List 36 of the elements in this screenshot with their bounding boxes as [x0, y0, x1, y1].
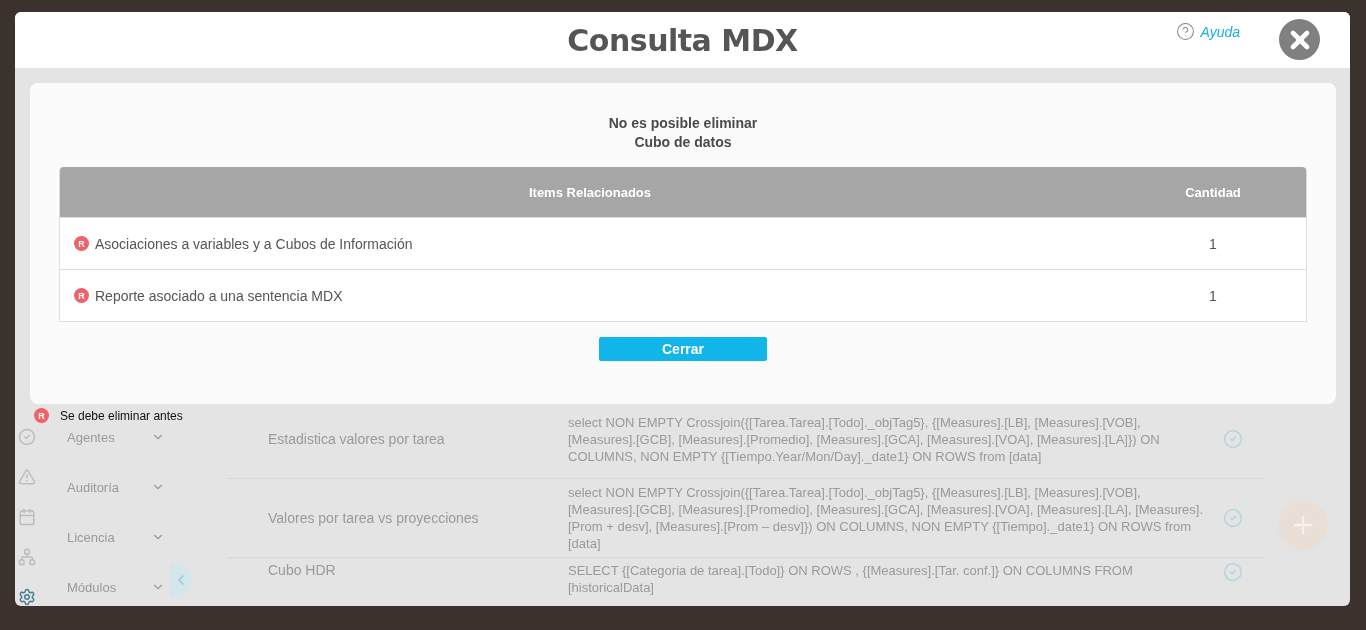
column-header: Items Relacionados	[527, 183, 653, 202]
alert-heading: Cubo de datos	[633, 133, 733, 152]
relation-badge: R	[34, 408, 49, 423]
count-cell-text: 1	[1208, 286, 1218, 306]
relation-badge: R	[74, 288, 89, 303]
check-icon	[1223, 562, 1243, 582]
count-cell-text: 1	[1208, 234, 1218, 254]
legend-label: Se debe eliminar antes	[60, 408, 183, 423]
column-header: Cantidad	[1184, 183, 1242, 202]
close-dialog-button[interactable]: Cerrar	[599, 337, 767, 361]
table-cell-text: SELECT {[Categoria de tarea].[Todo]} ON ROWS , {[Measures].[Tar. conf.]} ON COLUMNS FROM [historicalData]	[568, 562, 1134, 596]
sidebar-dropdown[interactable]: Licencia	[53, 526, 173, 548]
relation-badge: R	[74, 236, 89, 251]
alert-heading: No es posible eliminar	[608, 114, 758, 133]
warning-icon[interactable]	[17, 468, 37, 486]
sidebar-dropdown[interactable]: Módulos	[53, 576, 173, 598]
check-icon[interactable]	[17, 428, 37, 446]
settings-icon[interactable]	[17, 588, 37, 606]
check-icon	[1223, 429, 1243, 449]
table-cell-text: Estadistica valores por tarea	[267, 431, 446, 447]
help-icon	[1176, 22, 1196, 41]
help-link[interactable]: Ayuda	[1176, 22, 1240, 41]
item-label: Asociaciones a variables y a Cubos de Información	[95, 235, 413, 252]
close-button[interactable]	[1279, 19, 1320, 60]
item-label: Reporte asociado a una sentencia MDX	[95, 287, 343, 304]
table-cell-text: select NON EMPTY Crossjoin({[Tarea.Tarea].[Todo]._objTag5}, {[Measures].[LB], [Measures].[VOB], [Measures].[GCB], [Measures].[Promedio], [Measures].[GCA], [Measures].[VOA], [Measures].[LA]}) ON COLUMNS, NON EMPTY {[Tiempo.Year/Mon/Day]._date1} ON ROWS from [data]	[568, 413, 1161, 465]
dialog-title: Consulta MDX	[567, 22, 798, 58]
collapse-button[interactable]	[170, 563, 192, 597]
sidebar-dropdown[interactable]: Auditoría	[53, 476, 173, 498]
calendar-icon[interactable]	[17, 508, 37, 526]
table-cell-text: select NON EMPTY Crossjoin({[Tarea.Tarea].[Todo]._objTag5}, {[Measures].[LB], [Measures].[VOB], [Measures].[GCB], [Measures].[Promedio], [Measures].[GCA], [Measures].[VOA], [Measures].[LA], [Measures].[Prom + desv], [Measures].[Prom – desv]}) ON COLUMNS, NON EMPTY {[Tiempo]._date1} ON ROWS from [data]	[568, 484, 1205, 552]
table-cell-text: Cubo HDR	[267, 562, 337, 578]
network-icon[interactable]	[17, 548, 37, 566]
sidebar-dropdown[interactable]: Agentes	[53, 426, 173, 448]
table-cell-text: Valores por tarea vs proyecciones	[267, 510, 480, 526]
check-icon	[1223, 508, 1243, 528]
